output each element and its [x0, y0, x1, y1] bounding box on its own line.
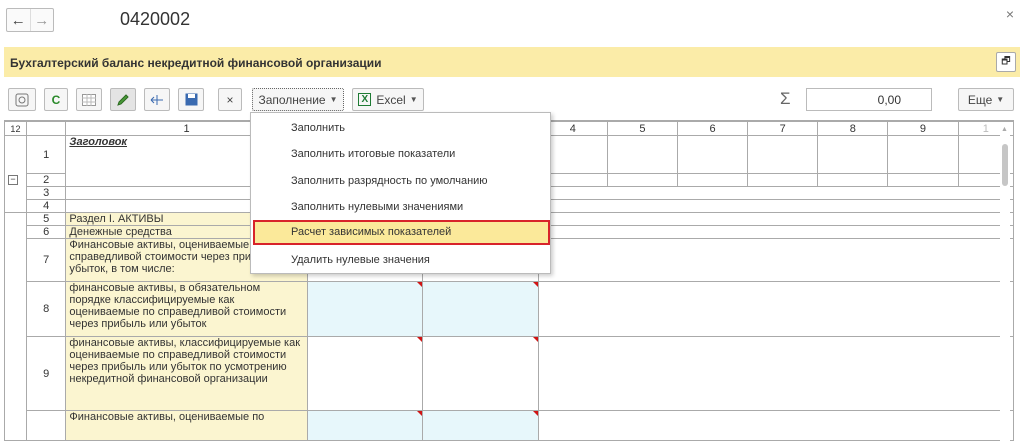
- settings-button[interactable]: [8, 88, 36, 111]
- column-header: 7: [747, 121, 819, 136]
- excel-dropdown-button[interactable]: X Excel ▼: [352, 88, 424, 111]
- data-cell[interactable]: [422, 336, 539, 411]
- document-number: 0420002: [120, 9, 191, 29]
- row-label: финансовые активы, в обязательном порядк…: [65, 281, 308, 337]
- data-cell[interactable]: [887, 135, 959, 174]
- table-mode-button[interactable]: [76, 88, 102, 111]
- table-row: Финансовые активы, оцениваемые по: [5, 410, 1014, 441]
- table-row: 9 финансовые активы, классифицируемые ка…: [5, 336, 1014, 411]
- excel-icon: X: [358, 93, 372, 106]
- row-number: 5: [25, 212, 67, 226]
- table-icon: [82, 93, 96, 106]
- arrows-icon: [150, 94, 163, 105]
- column-header: 5: [606, 121, 678, 136]
- scrollbar-thumb[interactable]: [1002, 144, 1008, 186]
- pencil-icon: [117, 93, 129, 106]
- row-number: 1: [25, 135, 67, 174]
- level-buttons[interactable]: 12: [4, 121, 27, 136]
- back-arrow-icon[interactable]: ←: [7, 9, 30, 31]
- data-cell[interactable]: [747, 135, 819, 174]
- chevron-down-icon: ▼: [409, 95, 418, 104]
- refresh-button[interactable]: C: [44, 88, 68, 111]
- close-icon: ×: [226, 92, 234, 107]
- forward-arrow-icon[interactable]: →: [29, 9, 54, 31]
- more-button[interactable]: Еще ▼: [958, 88, 1014, 111]
- sum-field: 0,00: [806, 88, 932, 111]
- form-header: Бухгалтерский баланс некредитной финансо…: [4, 47, 1020, 77]
- data-cell[interactable]: [306, 410, 424, 441]
- data-cell[interactable]: [422, 281, 539, 337]
- row-number: 3: [25, 186, 67, 200]
- fill-dropdown-button[interactable]: Заполнение ▼: [252, 88, 344, 111]
- row-number: 7: [25, 238, 67, 282]
- row-number: 6: [25, 225, 67, 239]
- gear-icon: [15, 93, 29, 106]
- fill-label: Заполнение: [258, 92, 326, 107]
- row-number-header: [25, 121, 67, 136]
- restore-window-icon[interactable]: 🗗: [996, 52, 1016, 72]
- fill-dropdown-menu: Заполнить Заполнить итоговые показатели …: [250, 112, 551, 274]
- data-cell[interactable]: [817, 135, 889, 174]
- data-cell[interactable]: [306, 281, 424, 337]
- data-cell[interactable]: [422, 410, 539, 441]
- chevron-down-icon: ▼: [329, 95, 338, 104]
- menu-item-delete-zeros[interactable]: Удалить нулевые значения: [251, 248, 550, 273]
- menu-item-fill-totals[interactable]: Заполнить итоговые показатели: [251, 142, 550, 167]
- form-title: Бухгалтерский баланс некредитной финансо…: [10, 56, 382, 70]
- row-number: 4: [25, 199, 67, 213]
- clear-button[interactable]: ×: [218, 88, 242, 111]
- data-cell[interactable]: [676, 135, 749, 174]
- column-header: 6: [676, 121, 749, 136]
- data-cell[interactable]: [606, 135, 678, 174]
- collapse-icon[interactable]: −: [8, 175, 18, 185]
- menu-item-fill-default-precision[interactable]: Заполнить разрядность по умолчанию: [251, 169, 550, 194]
- title-bar: ← → 0420002 ×: [0, 0, 1024, 40]
- refresh-icon: C: [51, 92, 61, 107]
- scroll-up-icon[interactable]: ▲: [1001, 126, 1008, 133]
- menu-item-fill[interactable]: Заполнить: [251, 116, 550, 141]
- sum-icon: Σ: [780, 89, 791, 108]
- row-label: Финансовые активы, оцениваемые по: [65, 410, 308, 441]
- row-number: [25, 410, 67, 441]
- toolbar: C × Заполнение ▼ X Excel ▼ Σ 0,00 Еще ▼: [0, 88, 1024, 112]
- edit-button[interactable]: [110, 88, 136, 111]
- save-icon: [185, 93, 197, 106]
- column-header: 8: [817, 121, 889, 136]
- save-button[interactable]: [178, 88, 204, 111]
- chevron-down-icon: ▼: [996, 95, 1005, 104]
- menu-item-calc-dependent[interactable]: Расчет зависимых показателей: [253, 220, 550, 245]
- table-row: 8 финансовые активы, в обязательном поря…: [5, 281, 1014, 337]
- data-cell[interactable]: [306, 336, 424, 411]
- move-button[interactable]: [144, 88, 170, 111]
- more-label: Еще: [967, 92, 993, 107]
- navigation-buttons: ← →: [6, 8, 54, 32]
- close-icon[interactable]: ×: [1006, 6, 1014, 22]
- menu-item-fill-zeros[interactable]: Заполнить нулевыми значениями: [251, 195, 550, 220]
- row-number: 9: [25, 336, 67, 411]
- row-label: финансовые активы, классифицируемые как …: [65, 336, 308, 411]
- excel-label: Excel: [376, 92, 406, 107]
- column-header: 9: [887, 121, 959, 136]
- row-number: 8: [25, 281, 67, 337]
- group-gutter: −: [4, 135, 27, 213]
- vertical-scrollbar[interactable]: ▲: [1000, 124, 1010, 443]
- row-number: 2: [25, 173, 67, 187]
